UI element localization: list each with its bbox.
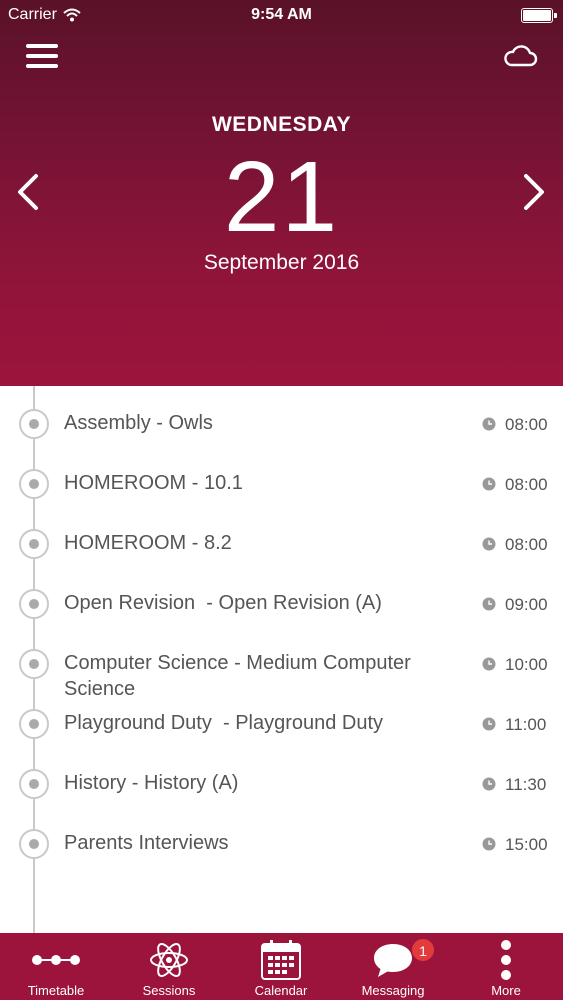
chat-bubble-icon [374, 944, 412, 977]
unread-messages-badge: 1 [411, 938, 435, 962]
timeline-dot-icon [19, 409, 49, 439]
status-time: 9:54 AM [251, 6, 312, 23]
clock-icon [482, 417, 496, 431]
menu-button[interactable] [26, 42, 60, 70]
tab-sessions[interactable]: Sessions [113, 933, 225, 1000]
event-time: 11:30 [505, 775, 547, 794]
atom-icon [150, 943, 188, 977]
tab-label: Calendar [254, 983, 308, 998]
tab-calendar[interactable]: Calendar [225, 933, 337, 1000]
timeline-dot-icon [19, 649, 49, 679]
timeline-dot-icon [19, 589, 49, 619]
event-row[interactable]: Assembly - Owls 08:00 [0, 394, 563, 454]
tab-label: Timetable [27, 983, 85, 998]
weekday-label: WEDNESDAY [211, 113, 352, 136]
day-header: Carrier 9:54 AM WEDNESDAY 21 September 2… [0, 0, 563, 386]
cloud-icon [504, 45, 538, 67]
calendar-icon [261, 940, 301, 980]
event-title: HOMEROOM - 8.2 [64, 532, 232, 554]
hamburger-menu-icon [26, 44, 58, 48]
status-bar: Carrier 9:54 AM [0, 0, 563, 30]
event-row[interactable]: HOMEROOM - 10.1 08:00 [0, 454, 563, 514]
event-title: Playground Duty - Playground Duty [64, 712, 384, 734]
event-row[interactable]: Parents Interviews 15:00 [0, 814, 563, 874]
tab-timetable[interactable]: Timetable [0, 933, 112, 1000]
clock-icon [482, 657, 496, 671]
timeline-dot-icon [19, 469, 49, 499]
clock-icon [482, 837, 496, 851]
sync-button[interactable] [502, 42, 538, 70]
battery-icon [521, 8, 557, 23]
timeline-icon [32, 955, 80, 965]
clock-icon [482, 597, 496, 611]
day-number: 21 [223, 141, 340, 253]
tab-more[interactable]: More [450, 933, 562, 1000]
event-row[interactable]: Playground Duty - Playground Duty 11:00 [0, 694, 563, 754]
event-time: 09:00 [505, 595, 548, 614]
event-title: Open Revision - Open Revision (A) [64, 592, 382, 614]
event-row[interactable]: Open Revision - Open Revision (A) 09:00 [0, 574, 563, 634]
event-time: 08:00 [505, 475, 548, 494]
clock-icon [482, 477, 496, 491]
tab-label: Sessions [142, 983, 196, 998]
event-title: HOMEROOM - 10.1 [64, 472, 243, 494]
event-time: 10:00 [505, 655, 548, 674]
event-title: History - History (A) [64, 772, 239, 794]
event-title: Parents Interviews [64, 832, 229, 854]
event-time: 08:00 [505, 535, 548, 554]
event-row[interactable]: HOMEROOM - 8.2 08:00 [0, 514, 563, 574]
event-time: 15:00 [505, 835, 548, 854]
timeline-dot-icon [19, 829, 49, 859]
more-vertical-icon [501, 940, 511, 980]
event-title: Assembly - Owls [64, 412, 213, 434]
tab-label: Messaging [361, 983, 425, 998]
timeline-dot-icon [19, 709, 49, 739]
event-row[interactable]: Computer Science - Medium Computer Scien… [0, 634, 563, 700]
clock-icon [482, 537, 496, 551]
timeline-dot-icon [19, 529, 49, 559]
clock-icon [482, 777, 496, 791]
tab-bar: Timetable Sessions Calendar Messaging Mo… [0, 933, 563, 1000]
clock-icon [482, 717, 496, 731]
event-row[interactable]: History - History (A) 11:30 [0, 754, 563, 814]
tab-label: More [491, 983, 521, 998]
month-year-label: September 2016 [203, 251, 360, 274]
timeline-dot-icon [19, 769, 49, 799]
event-timeline: Assembly - Owls 08:00 HOMEROOM - 10.1 08… [0, 386, 563, 933]
event-time: 08:00 [505, 415, 548, 434]
event-time: 11:00 [505, 715, 547, 734]
